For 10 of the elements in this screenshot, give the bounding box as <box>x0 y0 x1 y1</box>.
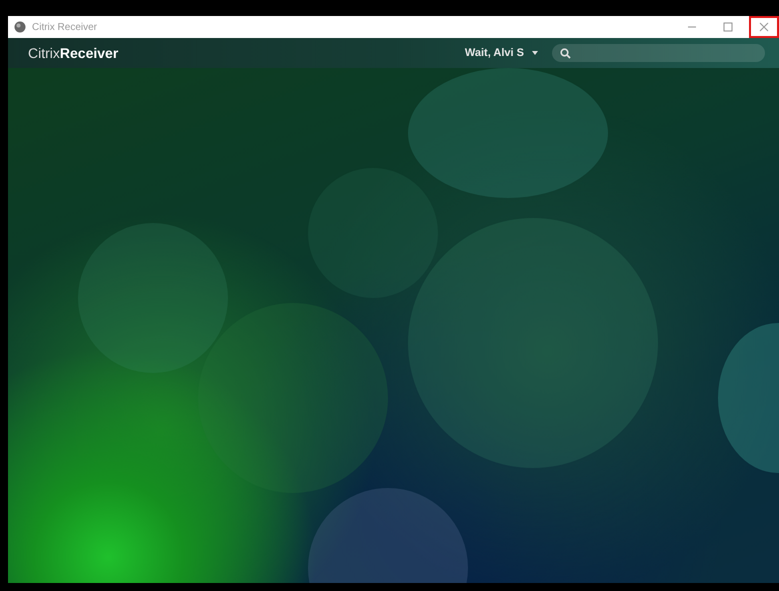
window-title: Citrix Receiver <box>32 22 98 32</box>
maximize-icon <box>723 22 733 32</box>
app-logo-icon <box>14 21 26 33</box>
search-field[interactable] <box>552 44 765 62</box>
close-button[interactable] <box>749 16 779 38</box>
caret-icon <box>532 51 538 55</box>
close-icon <box>759 22 769 32</box>
user-menu[interactable]: Wait, Alvi S <box>464 47 538 59</box>
brand-logo: CitrixReceiver <box>28 45 120 61</box>
search-icon <box>560 48 571 58</box>
